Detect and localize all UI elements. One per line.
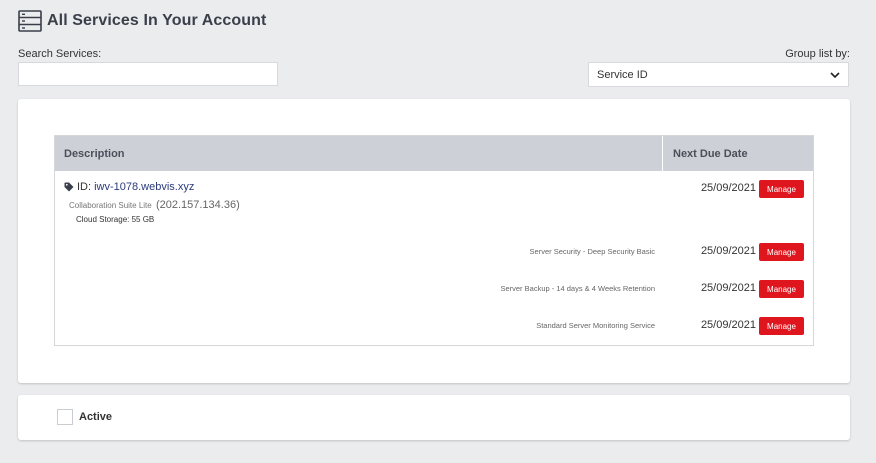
service-plan: Collaboration Suite Lite (202.157.134.36…: [69, 199, 240, 211]
chevron-down-icon: [830, 71, 840, 78]
due-date: 25/09/2021: [700, 282, 756, 294]
service-id: ID: iwv-1078.webvis.xyz: [64, 181, 194, 193]
due-date: 25/09/2021: [700, 319, 756, 331]
manage-button[interactable]: Manage: [759, 317, 804, 335]
manage-button[interactable]: Manage: [759, 243, 804, 261]
service-id-link[interactable]: iwv-1078.webvis.xyz: [94, 181, 194, 193]
column-header-description[interactable]: Description: [55, 136, 663, 171]
addon-description: Server Security - Deep Security Basic: [529, 247, 655, 256]
services-table: Description Next Due Date ID: iwv-1078.w…: [54, 135, 814, 346]
service-storage: Cloud Storage: 55 GB: [76, 215, 155, 224]
addon-description: Standard Server Monitoring Service: [536, 321, 655, 330]
manage-button[interactable]: Manage: [759, 280, 804, 298]
addon-description: Server Backup - 14 days & 4 Weeks Retent…: [500, 284, 655, 293]
services-card: Description Next Due Date ID: iwv-1078.w…: [18, 99, 850, 383]
search-input[interactable]: [18, 62, 278, 86]
group-by-select[interactable]: Service ID: [588, 62, 849, 87]
filter-card: Active: [18, 395, 850, 440]
due-date: 25/09/2021: [700, 182, 756, 194]
group-by-label: Group list by:: [785, 48, 850, 60]
service-plan-name: Collaboration Suite Lite: [69, 201, 152, 210]
group-by-value: Service ID: [597, 68, 648, 81]
active-label: Active: [79, 411, 113, 423]
manage-button[interactable]: Manage: [759, 180, 804, 198]
table-header: Description Next Due Date: [55, 136, 813, 171]
page-title: All Services In Your Account: [47, 12, 267, 29]
service-ip: (202.157.134.36): [155, 199, 240, 211]
active-checkbox[interactable]: [57, 409, 73, 425]
column-header-next-due-date[interactable]: Next Due Date: [663, 136, 813, 171]
tag-icon: [64, 182, 74, 192]
page-header: All Services In Your Account: [18, 10, 266, 32]
server-list-icon: [18, 10, 42, 32]
table-row: ID: iwv-1078.webvis.xyz Collaboration Su…: [55, 171, 813, 231]
service-id-label: ID:: [77, 181, 92, 193]
search-label: Search Services:: [18, 48, 102, 60]
due-date: 25/09/2021: [700, 245, 756, 257]
